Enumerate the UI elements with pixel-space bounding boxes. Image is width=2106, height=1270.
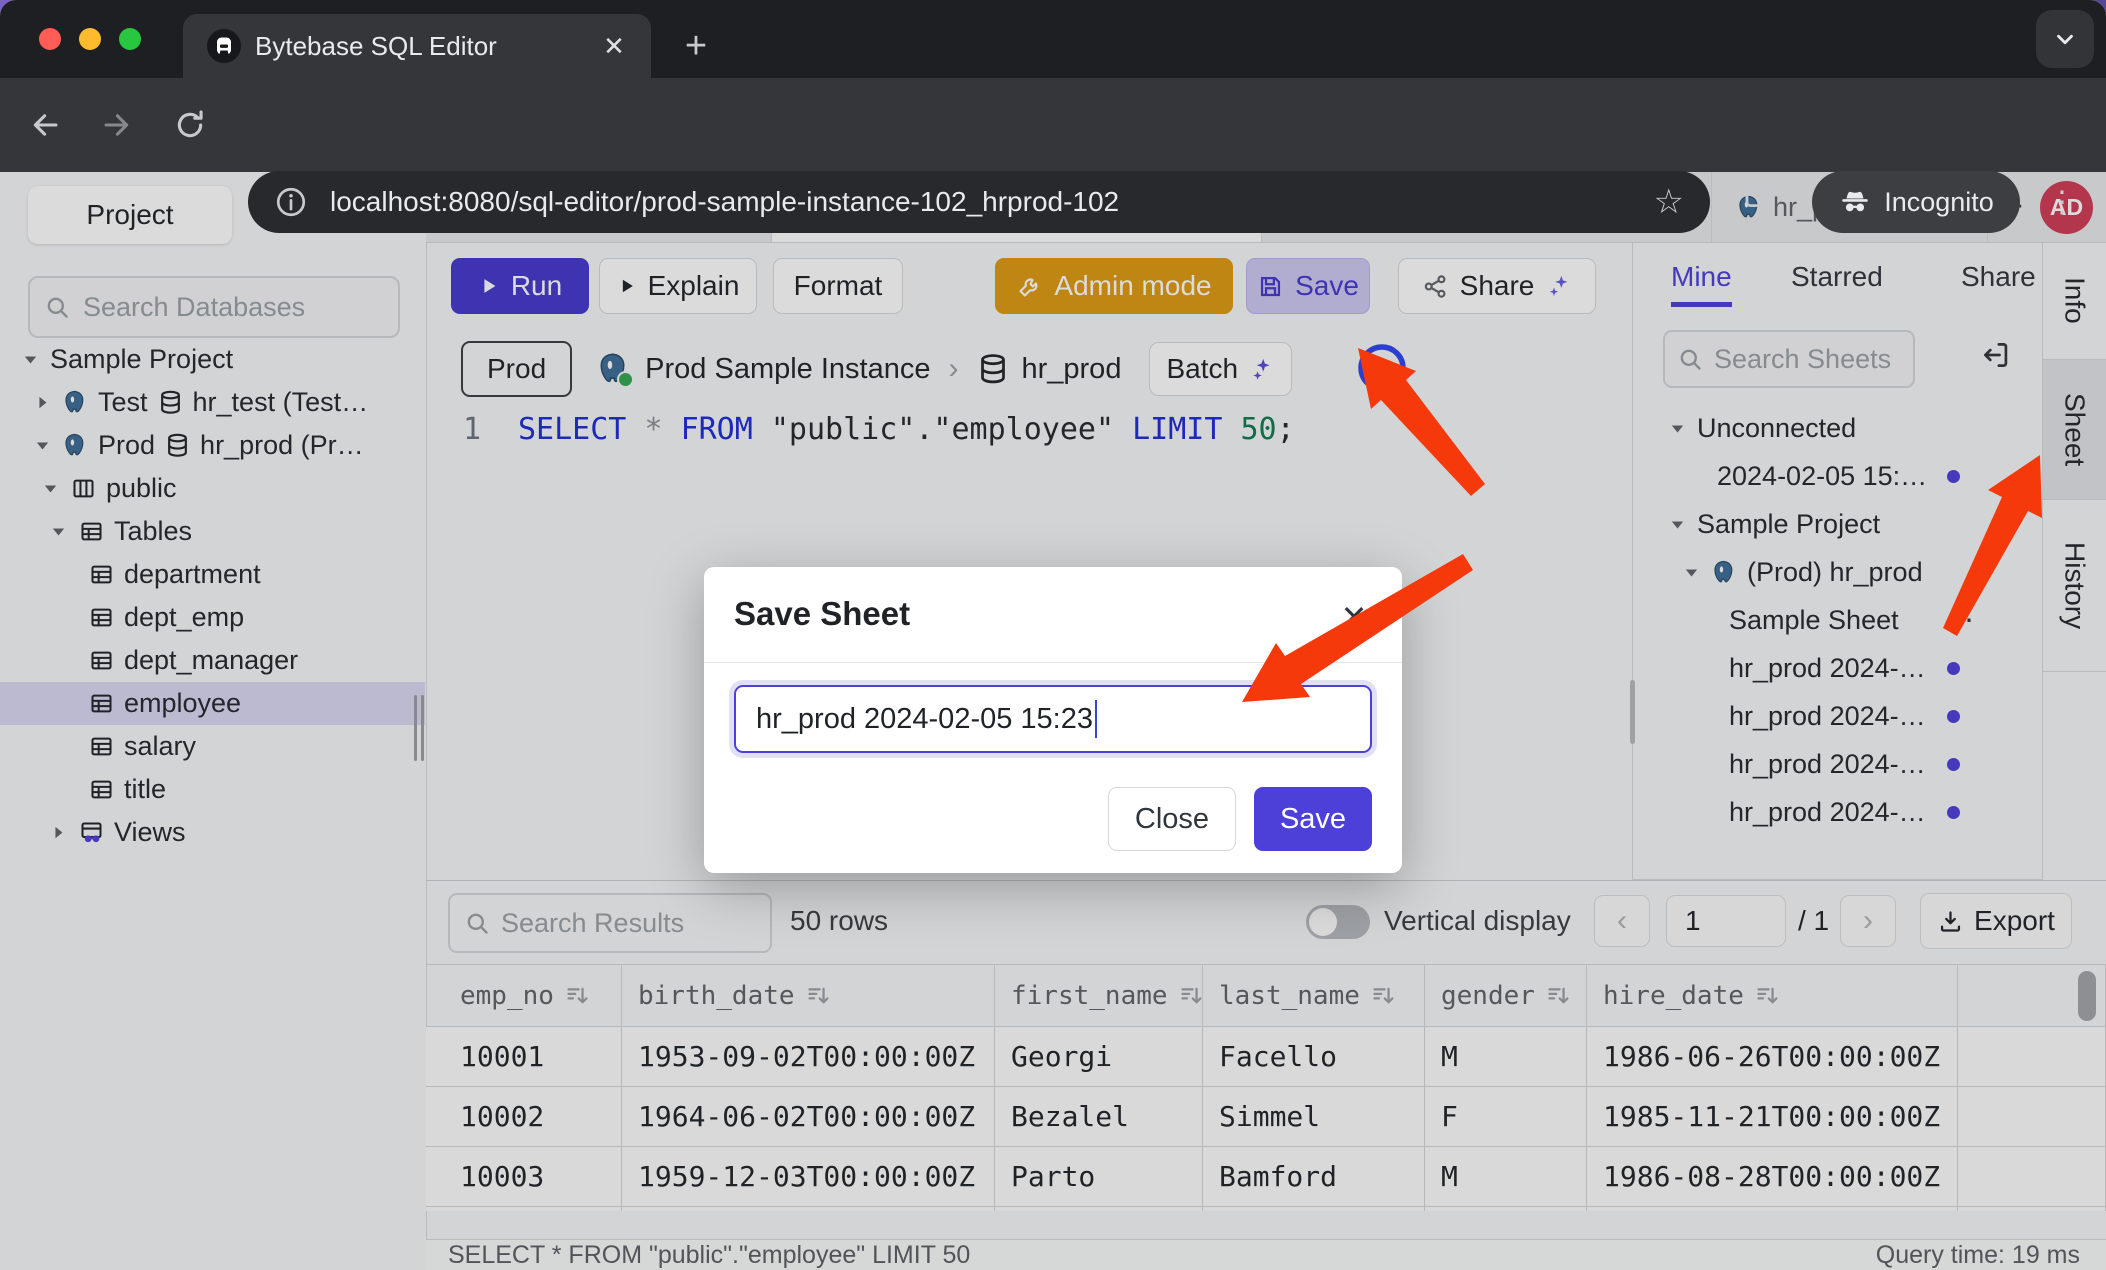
close-window-button[interactable] — [39, 28, 61, 50]
minimize-window-button[interactable] — [79, 28, 101, 50]
forward-button[interactable] — [96, 105, 136, 145]
browser-tab-title: Bytebase SQL Editor — [255, 31, 599, 62]
browser-menu-icon[interactable]: ⋮ — [2042, 174, 2082, 230]
dialog-title: Save Sheet — [734, 595, 910, 633]
sheet-name-input[interactable]: hr_prod 2024-02-05 15:23 — [734, 685, 1372, 753]
dialog-close-icon[interactable]: ✕ — [1334, 597, 1374, 637]
dialog-close-button[interactable]: Close — [1108, 787, 1236, 851]
new-tab-button[interactable]: + — [672, 22, 720, 70]
reload-button[interactable] — [170, 105, 210, 145]
save-sheet-dialog: Save Sheet ✕ hr_prod 2024-02-05 15:23 Cl… — [704, 567, 1402, 873]
browser-tabstrip: Bytebase SQL Editor ✕ + — [0, 0, 2106, 78]
site-info-icon[interactable] — [274, 185, 308, 219]
bookmark-star-icon[interactable]: ☆ — [1654, 182, 1684, 222]
incognito-label: Incognito — [1884, 187, 1994, 218]
incognito-icon — [1838, 185, 1872, 219]
back-button[interactable] — [26, 105, 66, 145]
url-text: localhost:8080/sql-editor/prod-sample-in… — [330, 186, 1654, 218]
bytebase-favicon-icon — [207, 29, 241, 63]
sheet-name-value: hr_prod 2024-02-05 15:23 — [756, 703, 1093, 736]
dialog-save-button[interactable]: Save — [1254, 787, 1372, 851]
url-bar[interactable]: localhost:8080/sql-editor/prod-sample-in… — [248, 171, 1710, 233]
dialog-divider — [704, 662, 1402, 663]
maximize-window-button[interactable] — [119, 28, 141, 50]
incognito-badge: Incognito — [1812, 171, 2020, 233]
browser-chrome: Bytebase SQL Editor ✕ + localhost — [0, 0, 2106, 172]
browser-tab-close-icon[interactable]: ✕ — [599, 31, 629, 61]
browser-toolbar: localhost:8080/sql-editor/prod-sample-in… — [0, 78, 2106, 172]
browser-tab[interactable]: Bytebase SQL Editor ✕ — [183, 14, 651, 78]
text-caret — [1095, 700, 1098, 738]
browser-window: Bytebase SQL Editor ✕ + localhost — [0, 0, 2106, 1270]
tab-search-chevron-button[interactable] — [2036, 10, 2094, 68]
side-panel-icon[interactable] — [1742, 178, 1776, 212]
